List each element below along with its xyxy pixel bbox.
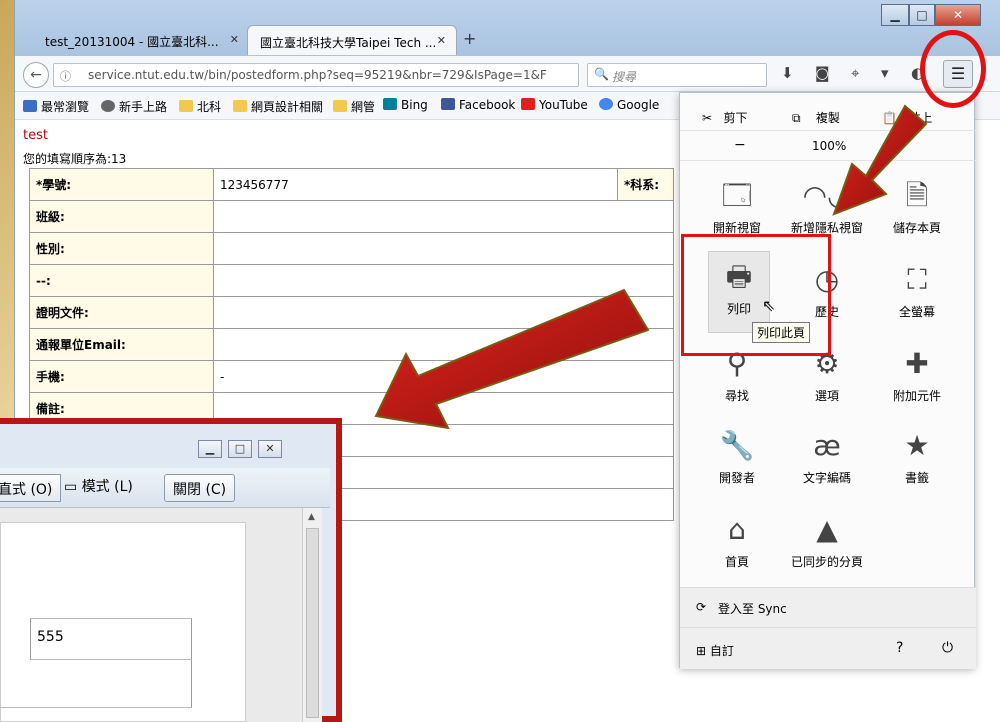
annotation-arrows (374, 104, 928, 430)
arrow-to-preview-icon (374, 288, 650, 430)
arrow-to-print-icon (832, 104, 928, 216)
